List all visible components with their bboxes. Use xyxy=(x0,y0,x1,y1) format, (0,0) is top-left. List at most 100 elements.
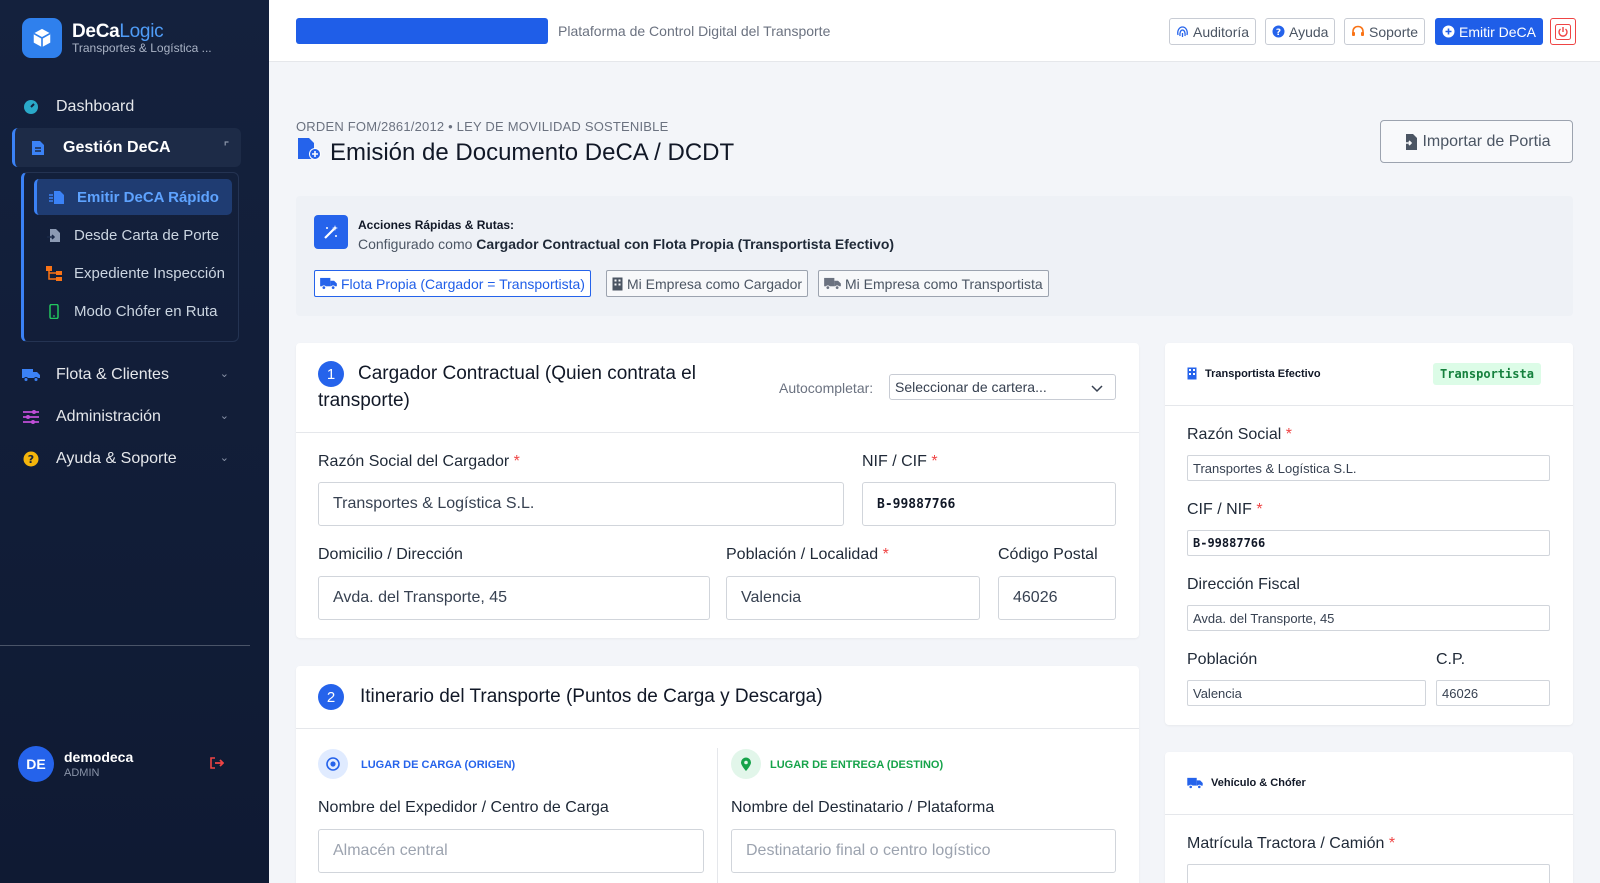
help-button[interactable]: ? Ayuda xyxy=(1265,18,1336,45)
sidebar-subitem-expediente[interactable]: Expediente Inspección xyxy=(34,255,232,291)
sidebar-subitem-label: Modo Chófer en Ruta xyxy=(74,302,218,320)
sidebar-subitem-label: Expediente Inspección xyxy=(74,264,225,282)
step-badge: 2 xyxy=(318,684,344,710)
domicilio-label: Domicilio / Dirección xyxy=(318,546,463,563)
destinatario-input[interactable]: Destinatario final o centro logístico xyxy=(731,829,1116,873)
sidebar-item-ayuda[interactable]: ? Ayuda & Soporte ⌄ xyxy=(12,439,241,479)
itinerario-card: 2 Itinerario del Transporte (Puntos de C… xyxy=(296,666,1139,883)
logout-icon[interactable] xyxy=(210,756,225,774)
file-add-icon xyxy=(296,137,322,168)
carrier-cp-input[interactable]: 46026 xyxy=(1436,680,1550,706)
carrier-razon-label: Razón Social * xyxy=(1187,426,1292,443)
brand-name: DeCaLogic xyxy=(72,21,164,42)
razon-social-label: Razón Social del Cargador * xyxy=(318,453,520,470)
carrier-cif-label: CIF / NIF * xyxy=(1187,501,1263,518)
sitemap-icon xyxy=(46,265,62,281)
cargador-card: 1 Cargador Contractual (Quien contrata e… xyxy=(296,343,1139,638)
truck-icon xyxy=(22,366,40,384)
sidebar-subitem-chofer[interactable]: Modo Chófer en Ruta xyxy=(34,293,232,329)
carrier-title: Transportista Efectivo xyxy=(1187,367,1321,380)
import-portia-button[interactable]: Importar de Portia xyxy=(1380,120,1573,163)
sidebar-item-label: Gestión DeCA xyxy=(63,138,171,156)
plus-circle-icon xyxy=(1442,25,1455,38)
carrier-direccion-label: Dirección Fiscal xyxy=(1187,576,1300,593)
map-pin-icon xyxy=(731,749,761,779)
legal-reference: ORDEN FOM/2861/2012 • LEY DE MOVILIDAD S… xyxy=(296,119,669,134)
nif-input[interactable]: B-99887766 xyxy=(862,482,1116,526)
expedidor-label: Nombre del Expedidor / Centro de Carga xyxy=(318,799,609,816)
building-icon xyxy=(612,277,623,291)
collapse-icon: ⌜ xyxy=(223,141,229,153)
poblacion-label: Población / Localidad * xyxy=(726,546,889,563)
column-divider xyxy=(717,748,718,883)
svg-text:?: ? xyxy=(28,453,34,466)
sidebar-subitem-carta-porte[interactable]: Desde Carta de Porte xyxy=(34,217,232,253)
chevron-down-icon: ⌄ xyxy=(219,452,229,464)
vehicle-title: Vehículo & Chófer xyxy=(1187,777,1306,789)
quick-actions-description: Configurado como Cargador Contractual co… xyxy=(358,236,895,252)
audit-button[interactable]: Auditoría xyxy=(1169,18,1257,45)
platform-subtitle: Plataforma de Control Digital del Transp… xyxy=(558,23,831,39)
truck-icon xyxy=(824,277,841,290)
power-button[interactable] xyxy=(1550,18,1576,45)
sidebar-item-dashboard[interactable]: Dashboard xyxy=(12,87,241,127)
file-fast-icon xyxy=(49,189,65,205)
carrier-poblacion-input[interactable]: Valencia xyxy=(1187,680,1426,706)
sidebar-item-gestion-deca[interactable]: Gestión DeCA ⌜ xyxy=(12,128,241,167)
user-name: demodeca xyxy=(64,749,134,765)
preset-transportista-button[interactable]: Mi Empresa como Transportista xyxy=(818,270,1049,297)
carrier-razon-input[interactable]: Transportes & Logística S.L. xyxy=(1187,455,1550,481)
support-button[interactable]: Soporte xyxy=(1344,18,1426,45)
power-icon xyxy=(1555,23,1571,40)
sidebar-submenu: Emitir DeCA Rápido Desde Carta de Porte … xyxy=(21,172,239,342)
destinatario-label: Nombre del Destinatario / Plataforma xyxy=(731,799,995,816)
poblacion-input[interactable]: Valencia xyxy=(726,576,980,620)
sidebar-item-label: Ayuda & Soporte xyxy=(56,450,177,467)
avatar: DE xyxy=(18,746,54,782)
chevron-down-icon xyxy=(1091,380,1103,396)
sidebar-subitem-label: Desde Carta de Porte xyxy=(74,226,220,244)
chevron-down-icon: ⌄ xyxy=(219,410,229,422)
emit-deca-button[interactable]: Emitir DeCA xyxy=(1435,18,1544,45)
page-title: Emisión de Documento DeCA / DCDT xyxy=(296,137,734,168)
quick-actions-title: Acciones Rápidas & Rutas: xyxy=(358,218,515,232)
truck-icon xyxy=(320,277,337,290)
sidebar-subitem-emitir[interactable]: Emitir DeCA Rápido xyxy=(34,179,232,215)
preset-cargador-button[interactable]: Mi Empresa como Cargador xyxy=(606,270,809,297)
sliders-icon xyxy=(22,408,40,426)
sidebar-item-label: Dashboard xyxy=(56,98,135,115)
brand[interactable]: DeCaLogic Transportes & Logística ... xyxy=(22,18,212,58)
razon-social-input[interactable]: Transportes & Logística S.L. xyxy=(318,482,844,526)
truck-icon xyxy=(1187,777,1203,789)
document-icon xyxy=(29,139,47,157)
section-title: Itinerario del Transporte (Puntos de Car… xyxy=(360,686,823,707)
carrier-direccion-input[interactable]: Avda. del Transporte, 45 xyxy=(1187,605,1550,631)
codigo-postal-input[interactable]: 46026 xyxy=(998,576,1116,620)
sidebar-item-administracion[interactable]: Administración ⌄ xyxy=(12,397,241,437)
expedidor-input[interactable]: Almacén central xyxy=(318,829,704,873)
mobile-icon xyxy=(46,303,62,319)
sidebar-divider xyxy=(0,645,250,646)
sidebar-item-label: Administración xyxy=(56,408,161,425)
magic-wand-icon xyxy=(314,215,348,249)
carrier-cif-input[interactable]: B-99887766 xyxy=(1187,530,1550,556)
vehicle-card: Vehículo & Chófer Matrícula Tractora / C… xyxy=(1165,752,1573,883)
user-role: ADMIN xyxy=(64,767,100,779)
dashboard-icon xyxy=(22,98,40,116)
preset-flota-propia-button[interactable]: Flota Propia (Cargador = Transportista) xyxy=(314,270,591,297)
matricula-input[interactable] xyxy=(1187,864,1550,883)
carrier-role-badge: Transportista xyxy=(1433,363,1541,385)
autocomplete-select[interactable]: Seleccionar de cartera... xyxy=(889,374,1116,400)
headset-icon xyxy=(1351,25,1365,38)
domicilio-input[interactable]: Avda. del Transporte, 45 xyxy=(318,576,710,620)
quick-actions-panel: Acciones Rápidas & Rutas: Configurado co… xyxy=(296,196,1573,316)
origin-marker-icon xyxy=(318,749,348,779)
sidebar-item-flota[interactable]: Flota & Clientes ⌄ xyxy=(12,355,241,395)
sidebar-item-label: Flota & Clientes xyxy=(56,366,169,383)
header-banner xyxy=(296,18,548,44)
question-circle-icon: ? xyxy=(1272,25,1285,38)
user-profile[interactable]: DE demodeca ADMIN xyxy=(18,746,133,782)
building-icon xyxy=(1187,367,1197,380)
codigo-postal-label: Código Postal xyxy=(998,546,1098,563)
nif-label: NIF / CIF * xyxy=(862,453,938,470)
